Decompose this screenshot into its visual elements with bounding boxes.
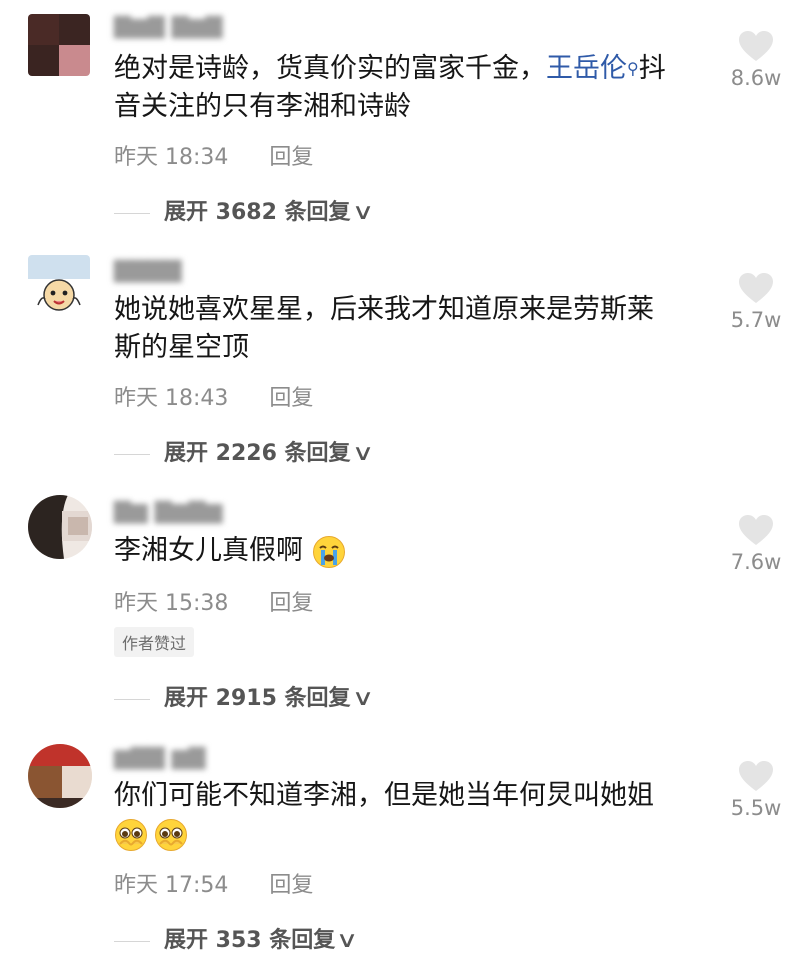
like-count: 8.6w [730, 66, 782, 90]
timestamp: 昨天 18:43 [114, 386, 229, 411]
comment-text: 她说她喜欢星星，后来我才知道原来是劳斯莱 斯的星空顶 [114, 294, 654, 363]
comment-meta: 昨天 18:43 回复 [114, 380, 313, 412]
comment-meta: 昨天 15:38 回复 [114, 585, 313, 617]
mention-link[interactable]: 王岳伦 [546, 53, 627, 84]
avatar[interactable] [28, 14, 90, 76]
username[interactable]: ▇▆ ▇▆▇▆ [114, 499, 223, 524]
like-button[interactable]: 5.5w [724, 760, 788, 820]
like-button[interactable]: 7.6w [724, 514, 788, 574]
username[interactable]: ▇▆▇ ▇▆▇ [114, 14, 223, 39]
avatar[interactable] [28, 255, 90, 317]
crying-face-emoji [312, 535, 345, 568]
comment-meta: 昨天 18:34 回复 [114, 139, 313, 171]
username[interactable]: ▇▇▇▇ [114, 258, 182, 283]
pleading-face-emoji [115, 818, 147, 851]
expand-replies-button[interactable]: 展开 3682 条回复∨ [114, 194, 374, 226]
reply-button[interactable]: 回复 [269, 386, 313, 411]
heart-icon[interactable] [738, 30, 774, 62]
chevron-down-icon: ∨ [351, 200, 374, 225]
divider [114, 212, 150, 214]
like-count: 5.5w [730, 796, 782, 820]
comment-text: 李湘女儿真假啊 [114, 532, 704, 570]
divider [114, 698, 150, 700]
comment-meta: 昨天 17:54 回复 [114, 867, 313, 899]
comment-text: 你们可能不知道李湘，但是她当年何炅叫她姐 [114, 777, 704, 853]
timestamp: 昨天 17:54 [114, 873, 229, 898]
heart-icon[interactable] [738, 514, 774, 546]
like-count: 7.6w [730, 550, 782, 574]
timestamp: 昨天 15:38 [114, 591, 229, 616]
avatar[interactable] [28, 495, 92, 559]
pleading-face-emoji [155, 818, 187, 851]
expand-replies-button[interactable]: 展开 2915 条回复∨ [114, 680, 374, 712]
timestamp: 昨天 18:34 [114, 145, 229, 170]
author-liked-badge: 作者赞过 [114, 627, 195, 657]
like-button[interactable]: 5.7w [724, 272, 788, 332]
reply-button[interactable]: 回复 [269, 873, 313, 898]
heart-icon[interactable] [738, 760, 774, 792]
comment-text: 绝对是诗龄，货真价实的富家千金，王岳伦⚲抖 音关注的只有李湘和诗龄 [114, 53, 666, 122]
reply-button[interactable]: 回复 [269, 591, 313, 616]
divider [114, 453, 150, 455]
username[interactable]: ▆▇▇ ▆▇ [114, 745, 206, 770]
like-button[interactable]: 8.6w [724, 30, 788, 90]
expand-replies-button[interactable]: 展开 2226 条回复∨ [114, 435, 374, 467]
like-count: 5.7w [730, 308, 782, 332]
divider [114, 940, 150, 942]
search-icon[interactable]: ⚲ [627, 59, 639, 78]
chevron-down-icon: ∨ [351, 441, 374, 466]
heart-icon[interactable] [738, 272, 774, 304]
avatar[interactable] [28, 744, 92, 808]
chevron-down-icon: ∨ [336, 928, 359, 953]
expand-replies-button[interactable]: 展开 353 条回复∨ [114, 922, 359, 954]
chevron-down-icon: ∨ [351, 686, 374, 711]
reply-button[interactable]: 回复 [269, 145, 313, 170]
